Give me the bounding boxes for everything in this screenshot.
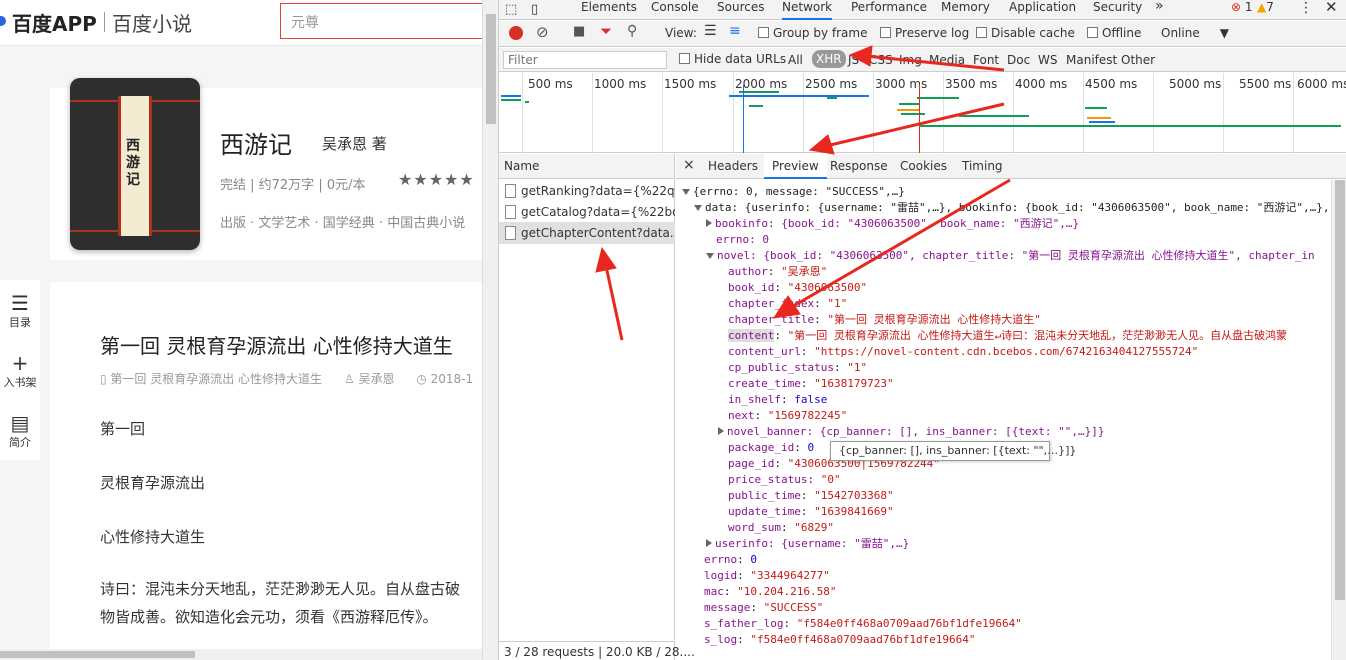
annotation-arrows <box>595 45 1011 341</box>
annotation-arrow <box>825 102 1005 148</box>
arrow-head <box>848 45 873 67</box>
annotation-arrow <box>604 265 624 341</box>
annotation-arrow <box>789 178 1011 310</box>
arrow-head <box>808 134 835 155</box>
annotation-arrow <box>865 54 1005 72</box>
arrow-head <box>772 295 801 319</box>
arrow-head <box>595 246 617 273</box>
